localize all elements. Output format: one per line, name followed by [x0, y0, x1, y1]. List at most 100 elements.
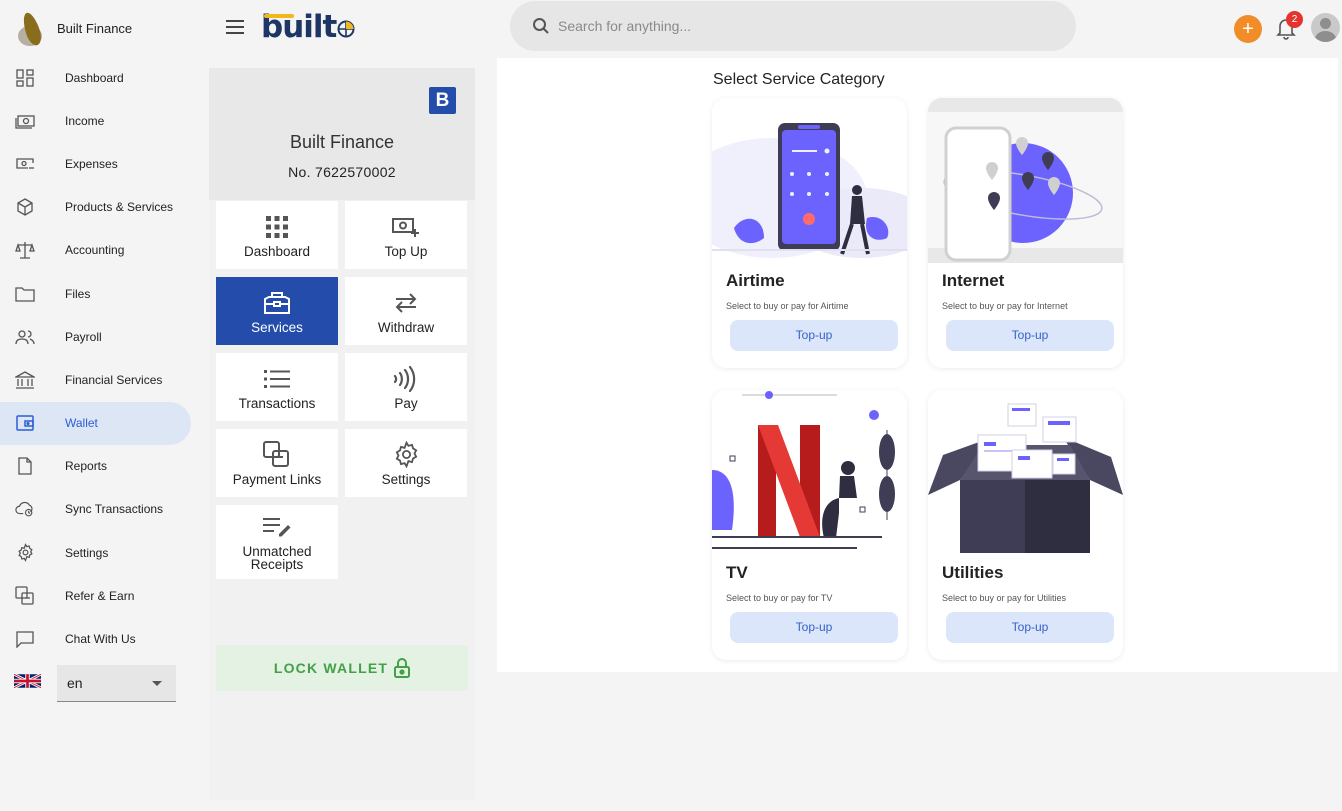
scale-icon	[15, 240, 35, 260]
service-card-internet[interactable]: Internet Select to buy or pay for Intern…	[928, 98, 1123, 368]
notification-badge: 2	[1286, 11, 1303, 28]
sidebar-item-dashboard[interactable]: Dashboard	[0, 56, 200, 99]
card-description: Select to buy or pay for Utilities	[942, 593, 1067, 603]
document-icon	[15, 456, 35, 476]
sidebar-item-products-services[interactable]: Products & Services	[0, 186, 200, 229]
sidebar-item-refer-earn[interactable]: Refer & Earn	[0, 574, 200, 617]
sidebar-item-label: Sync Transactions	[65, 502, 164, 517]
service-card-airtime[interactable]: Airtime Select to buy or pay for Airtime…	[712, 98, 907, 368]
sidebar-item-wallet[interactable]: Wallet	[0, 401, 191, 445]
tile-transactions[interactable]: Transactions	[216, 353, 338, 421]
sidebar-item-files[interactable]: Files	[0, 272, 200, 315]
top-up-button[interactable]: Top-up	[946, 612, 1114, 643]
tile-services[interactable]: Services	[216, 277, 338, 345]
top-up-button[interactable]: Top-up	[946, 320, 1114, 351]
edit-list-icon	[263, 513, 291, 541]
language-selector-row: en	[14, 665, 176, 702]
wallet-icon	[15, 413, 35, 433]
tile-label: Pay	[394, 395, 418, 411]
account-card: B Built Finance No. 7622570002	[209, 68, 475, 200]
brand-name: Built Finance	[57, 20, 133, 36]
tile-unmatched-receipts[interactable]: Unmatched Receipts	[216, 505, 338, 579]
sidebar-item-label: Income	[65, 113, 105, 128]
tile-settings[interactable]: Settings	[345, 429, 467, 497]
card-title: Internet	[942, 271, 1005, 290]
sidebar-item-label: Settings	[65, 545, 109, 560]
sidebar-item-label: Financial Services	[65, 372, 163, 387]
transfer-icon	[393, 289, 419, 317]
tile-label: Unmatched Receipts	[242, 544, 312, 572]
language-select[interactable]: en	[57, 665, 176, 702]
sidebar-item-income[interactable]: Income	[0, 99, 200, 142]
top-up-button[interactable]: Top-up	[730, 612, 898, 643]
logo-globe-icon	[337, 20, 355, 38]
tile-pay[interactable]: Pay	[345, 353, 467, 421]
sidebar-nav: Dashboard Income Expenses Products & Ser…	[0, 56, 200, 661]
section-title: Select Service Category	[713, 71, 885, 88]
avatar[interactable]	[1311, 13, 1340, 42]
add-button[interactable]: +	[1234, 15, 1262, 43]
sidebar-item-financial-services[interactable]: Financial Services	[0, 358, 200, 401]
brand[interactable]: Built Finance	[10, 8, 132, 48]
lock-wallet-button[interactable]: LOCK WALLET	[216, 645, 468, 691]
account-name: Built Finance	[289, 132, 395, 152]
tile-label: Services	[251, 319, 303, 335]
service-card-utilities[interactable]: Utilities Select to buy or pay for Utili…	[928, 390, 1123, 660]
search-input[interactable]	[558, 18, 1038, 34]
tile-label: Dashboard	[243, 243, 311, 259]
utilities-illustration	[928, 403, 1123, 553]
sidebar-item-sync-transactions[interactable]: Sync Transactions	[0, 488, 200, 531]
bank-icon	[15, 370, 35, 390]
wallet-panel: B Built Finance No. 7622570002 Dashboard…	[209, 68, 475, 800]
sidebar-item-label: Products & Services	[65, 200, 174, 215]
services-panel: Select Service Category Airtime Select t…	[497, 58, 1338, 672]
language-value: en	[67, 675, 83, 691]
search-bar[interactable]	[510, 1, 1076, 51]
airtime-illustration	[712, 123, 907, 258]
brand-logo	[10, 8, 50, 48]
sidebar-item-label: Accounting	[65, 243, 125, 258]
toolbox-icon	[263, 289, 291, 317]
sidebar-item-label: Expenses	[65, 156, 118, 171]
sidebar-item-payroll[interactable]: Payroll	[0, 315, 200, 358]
dashboard-icon	[15, 68, 35, 88]
sidebar-item-label: Refer & Earn	[65, 588, 135, 603]
sidebar-item-expenses[interactable]: Expenses	[0, 142, 200, 185]
sidebar-item-reports[interactable]: Reports	[0, 445, 200, 488]
tile-dashboard[interactable]: Dashboard	[216, 201, 338, 269]
account-number: No. 7622570002	[288, 164, 396, 180]
sidebar-item-label: Dashboard	[65, 70, 124, 85]
tile-withdraw[interactable]: Withdraw	[345, 277, 467, 345]
sidebar-item-label: Files	[65, 286, 91, 301]
tile-label: Transactions	[238, 395, 316, 411]
list-icon	[264, 365, 290, 393]
tile-top-up[interactable]: Top Up	[345, 201, 467, 269]
chat-icon	[15, 629, 35, 649]
tile-label: Settings	[381, 471, 431, 487]
gear-icon	[15, 543, 35, 563]
gear-icon	[393, 441, 420, 469]
service-card-tv[interactable]: TV Select to buy or pay for TV Top-up	[712, 390, 907, 660]
sidebar-item-label: Chat With Us	[65, 632, 136, 647]
sidebar: Built Finance Dashboard Income Expenses …	[0, 0, 200, 811]
top-up-button[interactable]: Top-up	[730, 320, 898, 351]
built-logo[interactable]: built	[261, 9, 355, 45]
account-badge: B	[429, 87, 456, 114]
refer-icon	[15, 586, 35, 606]
sidebar-item-accounting[interactable]: Accounting	[0, 229, 200, 272]
payment-links-icon	[263, 440, 291, 469]
lock-wallet-label: LOCK WALLET	[273, 660, 389, 676]
tile-label: Payment Links	[232, 471, 322, 487]
grid-icon	[266, 213, 288, 241]
menu-toggle-button[interactable]	[226, 20, 244, 34]
tile-label: Withdraw	[377, 319, 435, 335]
folder-icon	[15, 284, 35, 304]
sidebar-item-chat-with-us[interactable]: Chat With Us	[0, 617, 200, 660]
sidebar-item-settings[interactable]: Settings	[0, 531, 200, 574]
search-icon	[533, 18, 549, 34]
card-title: TV	[726, 563, 748, 582]
card-title: Airtime	[726, 271, 785, 290]
sidebar-item-label: Wallet	[65, 416, 98, 431]
card-description: Select to buy or pay for TV	[726, 593, 833, 603]
tile-payment-links[interactable]: Payment Links	[216, 429, 338, 497]
